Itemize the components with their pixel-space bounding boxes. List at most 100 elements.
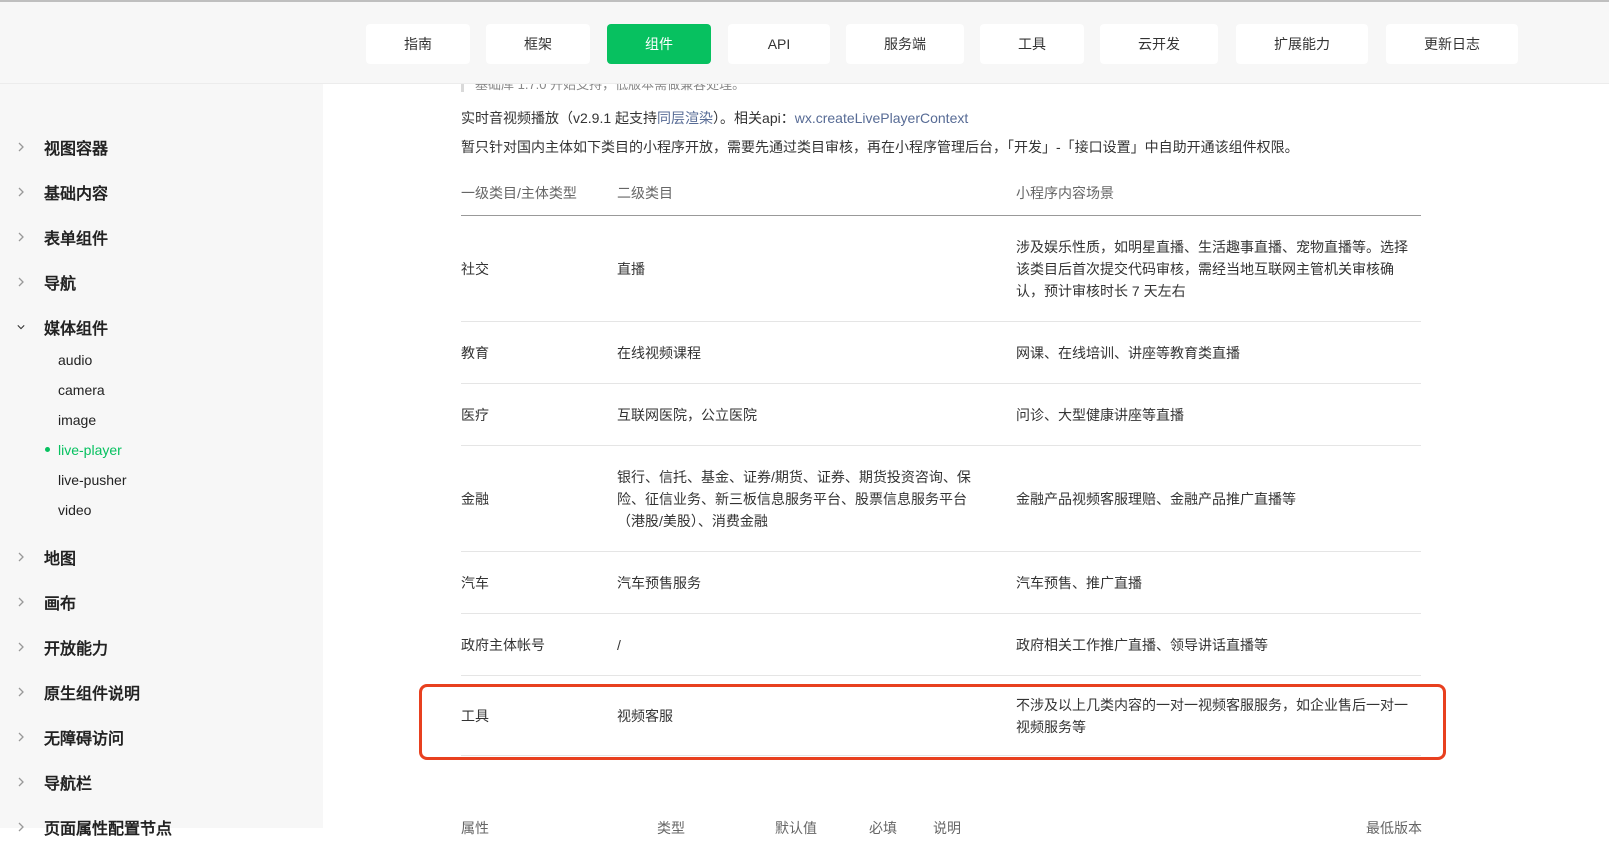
props-header-default: 默认值	[775, 820, 817, 836]
table-row: 教育 在线视频课程 网课、在线培训、讲座等教育类直播	[461, 322, 1421, 384]
chevron-right-icon	[17, 732, 25, 742]
cell-secondary-category: /	[617, 636, 621, 653]
sidebar-item-camera[interactable]: camera	[58, 378, 105, 402]
sidebar: 视图容器基础内容表单组件导航媒体组件地图画布开放能力原生组件说明 无障碍访问导航栏…	[0, 84, 323, 838]
sidebar-group[interactable]: 视图容器	[0, 132, 300, 162]
sidebar-item-image[interactable]: image	[58, 408, 96, 432]
cell-secondary-category: 互联网医院，公立医院	[617, 406, 757, 423]
sidebar-group[interactable]: 画布	[0, 587, 300, 617]
table-header-secondary: 二级类目	[617, 185, 673, 201]
sidebar-group[interactable]: 导航	[0, 267, 300, 297]
sidebar-group-label: 原生组件说明	[44, 686, 141, 703]
chevron-right-icon	[17, 232, 25, 242]
sidebar-group-label: 页面属性配置节点	[44, 821, 173, 838]
cell-secondary-category: 直播	[617, 260, 645, 277]
cell-secondary-category: 在线视频课程	[617, 344, 701, 361]
sidebar-group[interactable]: 原生组件说明	[0, 677, 300, 707]
sidebar-group[interactable]: 地图	[0, 542, 300, 572]
nav-tab-tools[interactable]: 工具	[980, 24, 1084, 64]
sidebar-group[interactable]: 开放能力	[0, 632, 300, 662]
cell-primary-category: 工具	[461, 707, 489, 724]
nav-tab-changelog[interactable]: 更新日志	[1386, 24, 1518, 64]
nav-tab-extensions[interactable]: 扩展能力	[1236, 24, 1368, 64]
chevron-right-icon	[17, 187, 25, 197]
note-text: 基础库 1.7.0 开始支持，低版本需做兼容处理。	[475, 84, 746, 92]
cell-secondary-category: 汽车预售服务	[617, 574, 701, 591]
sidebar-group-label: 视图容器	[44, 141, 109, 158]
cell-scenario: 政府相关工作推广直播、领导讲话直播等	[1016, 636, 1268, 653]
table-row: 金融 银行、信托、基金、证券/期货、证券、期货投资咨询、保险、征信业务、新三板信息…	[461, 446, 1421, 552]
chevron-right-icon	[17, 277, 25, 287]
cell-primary-category: 教育	[461, 344, 489, 361]
cell-primary-category: 社交	[461, 260, 489, 277]
sidebar-group[interactable]: 页面属性配置节点	[0, 812, 300, 842]
sidebar-group-label: 导航栏	[44, 776, 93, 793]
chevron-right-icon	[17, 687, 25, 697]
sidebar-group[interactable]: 基础内容	[0, 177, 300, 207]
sidebar-group-label: 表单组件	[44, 231, 109, 248]
sidebar-item-audio[interactable]: audio	[58, 348, 92, 372]
live-player-context-link[interactable]: wx.createLivePlayerContext	[795, 110, 969, 126]
chevron-right-icon	[17, 142, 25, 152]
cell-primary-category: 政府主体帐号	[461, 636, 545, 653]
table-row: 政府主体帐号 / 政府相关工作推广直播、领导讲话直播等	[461, 614, 1421, 676]
nav-tab-guide[interactable]: 指南	[366, 24, 470, 64]
sidebar-item-live-player[interactable]: live-player	[58, 438, 122, 462]
sidebar-group-label: 画布	[44, 596, 77, 613]
props-header-required: 必填	[869, 820, 897, 836]
cell-scenario: 网课、在线培训、讲座等教育类直播	[1016, 344, 1240, 361]
chevron-right-icon	[17, 822, 25, 832]
sidebar-group-label: 导航	[44, 276, 77, 293]
chevron-right-icon	[17, 642, 25, 652]
props-header-min-version: 最低版本	[1366, 820, 1422, 836]
active-dot-icon	[45, 447, 50, 452]
nav-tab-cloud[interactable]: 云开发	[1100, 24, 1218, 64]
table-row: 工具 视频客服 不涉及以上几类内容的一对一视频客服服务，如企业售后一对一视频服务等	[461, 676, 1421, 756]
chevron-right-icon	[17, 552, 25, 562]
top-navigation: 指南 框架 组件 API 服务端 工具 云开发 扩展能力 更新日志	[0, 0, 1609, 84]
table-row: 汽车 汽车预售服务 汽车预售、推广直播	[461, 552, 1421, 614]
sidebar-group[interactable]: 导航栏	[0, 767, 300, 797]
note-bar	[461, 84, 464, 92]
chevron-right-icon	[17, 777, 25, 787]
props-header-type: 类型	[657, 820, 685, 836]
cell-secondary-category: 银行、信托、基金、证券/期货、证券、期货投资咨询、保险、征信业务、新三板信息服务…	[617, 468, 971, 529]
main-content: 基础库 1.7.0 开始支持，低版本需做兼容处理。 实时音视频播放（v2.9.1…	[323, 0, 1609, 836]
restriction-paragraph: 暂只针对国内主体如下类目的小程序开放，需要先通过类目审核，再在小程序管理后台，「…	[461, 139, 1299, 155]
table-header-scenario: 小程序内容场景	[1016, 185, 1114, 201]
intro-prefix: 实时音视频播放（v2.9.1 起支持	[461, 110, 658, 126]
sidebar-group-label: 开放能力	[44, 641, 109, 658]
sidebar-item-video[interactable]: video	[58, 498, 91, 522]
cell-scenario: 不涉及以上几类内容的一对一视频客服服务，如企业售后一对一视频服务等	[1016, 696, 1408, 735]
sidebar-group-label: 无障碍访问	[44, 731, 125, 748]
cell-primary-category: 汽车	[461, 574, 489, 591]
chevron-right-icon	[17, 597, 25, 607]
table-header-primary: 一级类目/主体类型	[461, 185, 577, 201]
intro-middle: ）。相关api：	[713, 110, 795, 126]
nav-tab-components[interactable]: 组件	[607, 24, 711, 64]
props-header-desc: 说明	[933, 820, 961, 836]
cell-scenario: 汽车预售、推广直播	[1016, 574, 1142, 591]
sidebar-group[interactable]: 媒体组件	[0, 312, 300, 342]
cell-scenario: 金融产品视频客服理赔、金融产品推广直播等	[1016, 490, 1296, 507]
sidebar-item-live-pusher[interactable]: live-pusher	[58, 468, 126, 492]
cell-secondary-category: 视频客服	[617, 707, 673, 724]
sidebar-group[interactable]: 表单组件	[0, 222, 300, 252]
sidebar-group-label: 媒体组件	[44, 321, 109, 338]
table-row: 社交 直播 涉及娱乐性质，如明星直播、生活趣事直播、宠物直播等。选择该类目后首次提交…	[461, 216, 1421, 322]
intro-paragraph: 实时音视频播放（v2.9.1 起支持同层渲染）。相关api：wx.createL…	[461, 108, 968, 128]
sidebar-group[interactable]: 无障碍访问	[0, 722, 300, 752]
compat-note: 基础库 1.7.0 开始支持，低版本需做兼容处理。	[461, 84, 861, 92]
sidebar-group-label: 地图	[44, 551, 77, 568]
nav-tab-framework[interactable]: 框架	[486, 24, 590, 64]
nav-tab-server[interactable]: 服务端	[846, 24, 964, 64]
row-divider	[461, 755, 1421, 756]
table-row: 医疗 互联网医院，公立医院 问诊、大型健康讲座等直播	[461, 384, 1421, 446]
cell-primary-category: 金融	[461, 490, 489, 507]
sidebar-group-label: 基础内容	[44, 186, 109, 203]
same-layer-render-link[interactable]: 同层渲染	[657, 110, 713, 126]
nav-tab-api[interactable]: API	[728, 24, 830, 64]
cell-scenario: 涉及娱乐性质，如明星直播、生活趣事直播、宠物直播等。选择该类目后首次提交代码审核…	[1016, 238, 1408, 299]
chevron-down-icon	[17, 323, 25, 331]
cell-scenario: 问诊、大型健康讲座等直播	[1016, 406, 1184, 423]
